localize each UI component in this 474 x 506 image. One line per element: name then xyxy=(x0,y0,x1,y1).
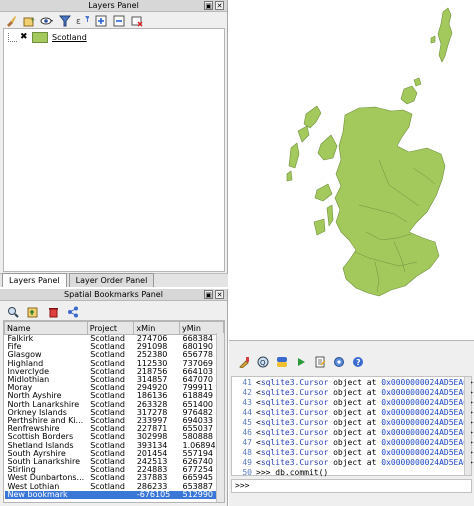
console-toolbar: Q ? xyxy=(229,341,474,374)
table-row[interactable]: Shetland Islands Scotland 393134 1.06894e xyxy=(5,442,224,450)
layers-panel: Layers Panel ▣ ✕ + ε ✖ Scotland Layers P… xyxy=(0,0,228,287)
layers-toolbar: + ε xyxy=(0,12,227,29)
import-class-icon[interactable]: Q xyxy=(256,355,269,368)
shetland-islet-shape xyxy=(430,35,436,44)
table-vertical-scrollbar[interactable] xyxy=(216,333,224,502)
table-row[interactable]: Renfrewshire Scotland 227871 655037 xyxy=(5,425,224,433)
tab-layers-panel[interactable]: Layers Panel xyxy=(2,273,67,287)
float-icon[interactable]: ▣ xyxy=(204,290,213,299)
console-line: 41 <sqlite3.Cursor object at 0x0000000024… xyxy=(242,378,472,387)
console-line: 50 >>> db.commit() xyxy=(242,468,329,477)
console-scrollbar[interactable] xyxy=(464,377,471,475)
svg-text:+: + xyxy=(30,17,35,24)
paint-brush-icon[interactable] xyxy=(4,14,17,27)
column-header-name[interactable]: Name xyxy=(4,321,88,335)
jura-shape xyxy=(326,204,334,227)
outer-hebrides-harris-shape xyxy=(297,125,310,143)
settings-icon[interactable] xyxy=(332,355,345,368)
scotland-mainland-shape xyxy=(334,106,446,297)
console-line: 48 <sqlite3.Cursor object at 0x0000000024… xyxy=(242,448,472,457)
filter-icon[interactable] xyxy=(58,14,71,27)
isle-of-mull-shape xyxy=(314,183,333,202)
console-line: 46 <sqlite3.Cursor object at 0x0000000024… xyxy=(242,428,472,437)
table-row[interactable]: Orkney Islands Scotland 317278 976482 xyxy=(5,409,224,417)
share-icon[interactable] xyxy=(66,305,79,318)
shetland-islands-shape xyxy=(437,7,453,63)
console-input[interactable]: >>> xyxy=(231,479,472,493)
tab-layer-order-panel[interactable]: Layer Order Panel xyxy=(68,273,155,287)
outer-hebrides-uist-shape xyxy=(288,142,300,169)
table-row[interactable]: West Lothian Scotland 286233 653887 xyxy=(5,483,224,491)
isle-of-skye-shape xyxy=(317,134,338,161)
close-icon[interactable]: ✕ xyxy=(215,290,224,299)
layer-symbol-icon xyxy=(32,31,48,43)
orkney-islands-shape xyxy=(400,85,418,105)
layer-checkbox[interactable]: ✖ xyxy=(20,32,29,42)
table-row-selected[interactable]: New bookmark -676105 512990 xyxy=(4,490,224,500)
table-row[interactable]: Highland Scotland 112530 737069 xyxy=(5,360,224,368)
svg-text:?: ? xyxy=(356,358,361,367)
console-line: 43 <sqlite3.Cursor object at 0x0000000024… xyxy=(242,398,472,407)
console-output: 41 <sqlite3.Cursor object at 0x0000000024… xyxy=(231,376,473,477)
layers-tree: ✖ Scotland xyxy=(3,28,225,272)
tree-branch-icon xyxy=(8,32,17,42)
bookmarks-table-container: Name Project xMin yMin Falkirk Scotland 27… xyxy=(3,320,225,503)
console-line: 45 <sqlite3.Cursor object at 0x0000000024… xyxy=(242,418,472,427)
layers-panel-title: Layers Panel xyxy=(0,0,227,12)
map-canvas[interactable] xyxy=(229,0,474,340)
visibility-icon[interactable] xyxy=(40,14,53,27)
collapse-all-icon[interactable] xyxy=(112,14,125,27)
remove-layer-icon[interactable] xyxy=(130,14,143,27)
filter-expression-icon[interactable]: ε xyxy=(76,14,89,27)
table-row[interactable]: South Lanarkshire Scotland 242513 626740 xyxy=(5,458,224,466)
table-row[interactable]: Falkirk Scotland 274706 668384 xyxy=(5,335,224,344)
layer-name[interactable]: Scotland xyxy=(52,33,87,42)
table-row[interactable]: Stirling Scotland 224883 677254 xyxy=(5,466,224,474)
svg-text:ε: ε xyxy=(76,17,81,27)
console-line: 49 <sqlite3.Cursor object at 0x0000000024… xyxy=(242,458,472,467)
table-row[interactable]: Midlothian Scotland 314857 647070 xyxy=(5,376,224,384)
table-row[interactable]: North Lanarkshire Scotland 263328 651400 xyxy=(5,401,224,409)
console-line: 44 <sqlite3.Cursor object at 0x0000000024… xyxy=(242,408,472,417)
layers-tabs: Layers Panel Layer Order Panel xyxy=(0,273,228,287)
table-row[interactable]: Inverclyde Scotland 218756 664103 xyxy=(5,368,224,376)
table-row[interactable]: West Dunbartons... Scotland 237883 665945 xyxy=(5,474,224,482)
delete-bookmark-icon[interactable] xyxy=(46,305,59,318)
table-row[interactable]: North Ayshire Scotland 186136 618849 xyxy=(5,392,224,400)
console-input-prompt: >>> xyxy=(235,481,250,490)
console-line: 47 <sqlite3.Cursor object at 0x0000000024… xyxy=(242,438,472,447)
column-header-xmin[interactable]: xMin xyxy=(133,321,180,335)
table-row[interactable]: Perthshire and Ki... Scotland 233997 694033 xyxy=(5,417,224,425)
outer-hebrides-lewis-shape xyxy=(303,105,322,129)
table-row[interactable]: South Ayrshire Scotland 201454 557194 xyxy=(5,450,224,458)
clear-console-icon[interactable] xyxy=(237,355,250,368)
bookmarks-table: Name Project xMin yMin Falkirk Scotland 27… xyxy=(4,321,224,500)
expand-all-icon[interactable] xyxy=(94,14,107,27)
help-icon[interactable]: ? xyxy=(351,355,364,368)
column-header-project[interactable]: Project xyxy=(86,321,135,335)
python-icon[interactable] xyxy=(275,355,288,368)
close-icon[interactable]: ✕ xyxy=(215,1,224,10)
orkney-islet-shape xyxy=(413,77,422,87)
table-row[interactable]: Fife Scotland 291098 680190 xyxy=(5,343,224,351)
outer-hebrides-barra-shape xyxy=(286,170,293,182)
editor-icon[interactable] xyxy=(313,355,326,368)
scotland-map[interactable] xyxy=(229,0,474,340)
table-row[interactable]: Moray Scotland 294920 799911 xyxy=(5,384,224,392)
layer-row-scotland[interactable]: ✖ Scotland xyxy=(4,31,224,43)
bookmarks-panel: Spatial Bookmarks Panel ▣ ✕ Name Project… xyxy=(0,289,228,506)
table-row[interactable]: Scottish Borders Scotland 302998 580888 xyxy=(5,433,224,441)
run-command-icon[interactable] xyxy=(294,355,307,368)
bookmarks-panel-title: Spatial Bookmarks Panel xyxy=(0,289,227,301)
add-group-icon[interactable]: + xyxy=(22,14,35,27)
python-console: Q ? 41 <sqlite3.Cursor object at 0x000000… xyxy=(229,340,474,506)
table-row[interactable]: Glasgow Scotland 252380 656778 xyxy=(5,351,224,359)
bookmarks-toolbar xyxy=(0,301,227,322)
float-icon[interactable]: ▣ xyxy=(204,1,213,10)
zoom-to-bookmark-icon[interactable] xyxy=(6,305,19,318)
new-bookmark-icon[interactable] xyxy=(26,305,39,318)
islay-shape xyxy=(313,218,326,236)
console-line: 42 <sqlite3.Cursor object at 0x0000000024… xyxy=(242,388,472,397)
svg-text:Q: Q xyxy=(260,359,266,367)
